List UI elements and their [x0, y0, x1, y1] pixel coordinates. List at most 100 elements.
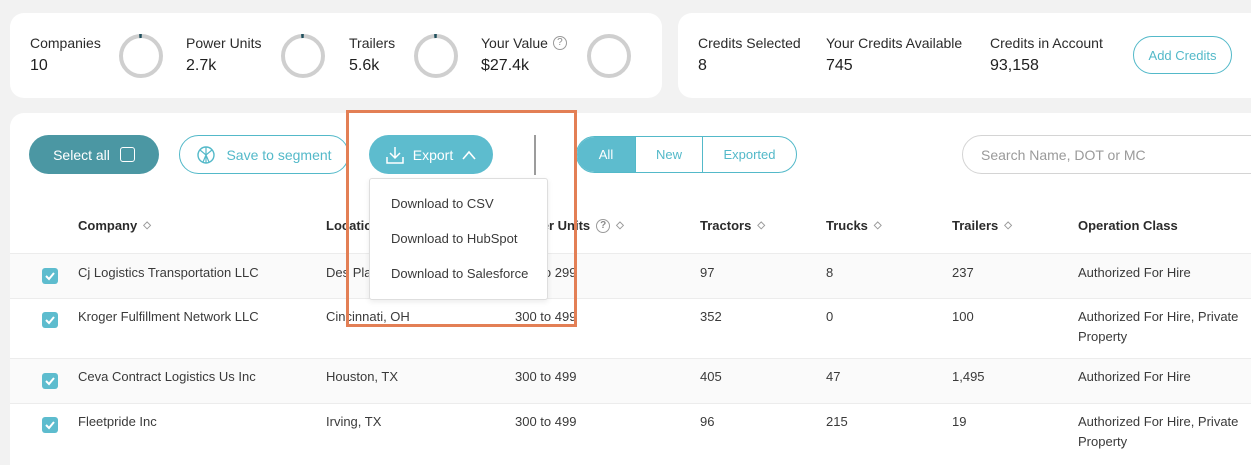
select-all-button[interactable]: Select all: [29, 135, 159, 174]
column-label: Company: [78, 218, 138, 233]
cell-operation-class: Authorized For Hire, Private Property: [1078, 414, 1239, 449]
column-header-trucks[interactable]: Trucks ◇: [826, 218, 882, 233]
help-icon[interactable]: ?: [552, 36, 567, 50]
stat-value: 10: [30, 57, 48, 74]
chevron-up-icon: [462, 150, 476, 160]
column-header-company[interactable]: Company ◇: [78, 218, 151, 233]
save-to-segment-label: Save to segment: [226, 146, 332, 163]
cell-operation-class: Authorized For Hire: [1078, 369, 1191, 384]
menu-item-download-salesforce[interactable]: Download to Salesforce: [391, 266, 528, 281]
stat-value: 5.6k: [349, 57, 380, 74]
cell-trucks: 215: [826, 414, 848, 429]
table-row[interactable]: Ceva Contract Logistics Us Inc Houston, …: [10, 358, 1251, 403]
progress-ring: [414, 34, 458, 78]
add-credits-button[interactable]: Add Credits: [1133, 36, 1232, 74]
credits-available: Your Credits Available 745: [826, 35, 962, 75]
column-header-operation-class: Operation Class: [1078, 218, 1178, 233]
save-to-segment-button[interactable]: Save to segment: [179, 135, 349, 174]
checkmark-icon: [45, 272, 55, 281]
ring-track: [281, 34, 325, 78]
checkbox-icon: [119, 147, 135, 162]
cell-trucks: 47: [826, 369, 841, 384]
menu-item-download-csv[interactable]: Download to CSV: [391, 196, 494, 211]
row-checkbox[interactable]: [42, 312, 58, 328]
checkmark-icon: [45, 421, 55, 430]
progress-ring: [119, 34, 163, 78]
cell-tractors: 97: [700, 265, 715, 280]
cell-location: Houston, TX: [326, 369, 399, 384]
cell-trucks: 0: [826, 309, 834, 324]
table-row[interactable]: Kroger Fulfillment Network LLC Cincinnat…: [10, 298, 1251, 358]
menu-item-download-hubspot[interactable]: Download to HubSpot: [391, 231, 517, 246]
stat-label: Companies: [30, 35, 101, 51]
tab-all[interactable]: All: [577, 137, 635, 172]
table-row[interactable]: Fleetpride Inc Irving, TX 300 to 499 96 …: [10, 403, 1251, 465]
ring-track: [119, 34, 163, 78]
credits-value: 93,158: [990, 57, 1039, 74]
column-label: Operation Class: [1078, 218, 1178, 233]
column-label: Tractors: [700, 218, 752, 233]
results-card: Select all Save to segment Export All Ne…: [10, 113, 1251, 465]
cell-location: Cincinnati, OH: [326, 309, 410, 324]
sort-icon: ◇: [1004, 219, 1012, 231]
sort-icon: ◇: [143, 219, 151, 231]
cell-trailers: 19: [952, 414, 967, 429]
filter-tabs: All New Exported: [576, 136, 797, 173]
column-label: Trucks: [826, 218, 868, 233]
ring-track: [587, 34, 631, 78]
sort-icon: ◇: [757, 219, 766, 231]
cell-operation-class: Authorized For Hire: [1078, 265, 1191, 280]
stat-value: $27.4k: [481, 57, 530, 74]
stat-value: 2.7k: [186, 57, 217, 74]
tab-exported[interactable]: Exported: [702, 137, 796, 172]
column-label: Trailers: [952, 218, 999, 233]
cell-trucks: 8: [826, 265, 834, 280]
stat-label: Your Value: [481, 35, 548, 51]
cell-power-units: 300 to 499: [515, 309, 577, 324]
cell-company[interactable]: Kroger Fulfillment Network LLC: [78, 307, 259, 327]
cell-location: Irving, TX: [326, 414, 382, 429]
segment-icon: [197, 145, 216, 164]
cell-trailers: 1,495: [952, 369, 985, 384]
credits-card: Credits Selected 8 Your Credits Availabl…: [678, 13, 1251, 98]
tab-new[interactable]: New: [635, 137, 702, 172]
cell-tractors: 96: [700, 414, 715, 429]
credits-in-account: Credits in Account 93,158: [990, 35, 1103, 75]
stat-your-value: Your Value ? $27.4k: [481, 35, 567, 75]
summary-stats-card: Companies 10 Power Units 2.7k Trailers 5…: [10, 13, 662, 98]
download-icon: [386, 146, 404, 164]
credits-value: 745: [826, 57, 853, 74]
select-all-label: Select all: [53, 146, 110, 163]
credits-selected: Credits Selected 8: [698, 35, 801, 75]
cell-power-units: 300 to 499: [515, 369, 577, 384]
cell-tractors: 405: [700, 369, 722, 384]
checkmark-icon: [45, 316, 55, 325]
column-header-trailers[interactable]: Trailers ◇: [952, 218, 1012, 233]
cell-trailers: 237: [952, 265, 974, 280]
toolbar-divider: [534, 135, 536, 175]
cell-company[interactable]: Ceva Contract Logistics Us Inc: [78, 367, 256, 387]
cell-company[interactable]: Cj Logistics Transportation LLC: [78, 263, 259, 283]
export-dropdown-menu: Download to CSV Download to HubSpot Down…: [369, 178, 548, 300]
row-checkbox[interactable]: [42, 373, 58, 389]
stat-power-units: Power Units 2.7k: [186, 35, 261, 75]
cell-operation-class: Authorized For Hire, Private Property: [1078, 309, 1239, 344]
checkmark-icon: [45, 377, 55, 386]
stat-companies: Companies 10: [30, 35, 101, 75]
stat-trailers: Trailers 5.6k: [349, 35, 395, 75]
credits-label: Your Credits Available: [826, 35, 963, 51]
export-button[interactable]: Export: [369, 135, 493, 174]
progress-ring: [587, 34, 631, 78]
help-icon[interactable]: ?: [596, 218, 611, 233]
table-row[interactable]: Cj Logistics Transportation LLC Des Plai…: [10, 253, 1251, 298]
credits-value: 8: [698, 57, 707, 74]
ring-track: [414, 34, 458, 78]
row-checkbox[interactable]: [42, 417, 58, 433]
sort-icon: ◇: [616, 219, 624, 231]
cell-company[interactable]: Fleetpride Inc: [78, 412, 157, 432]
progress-ring: [281, 34, 325, 78]
search-input[interactable]: [962, 135, 1251, 174]
sort-icon: ◇: [873, 219, 882, 231]
column-header-tractors[interactable]: Tractors ◇: [700, 218, 765, 233]
row-checkbox[interactable]: [42, 268, 58, 284]
